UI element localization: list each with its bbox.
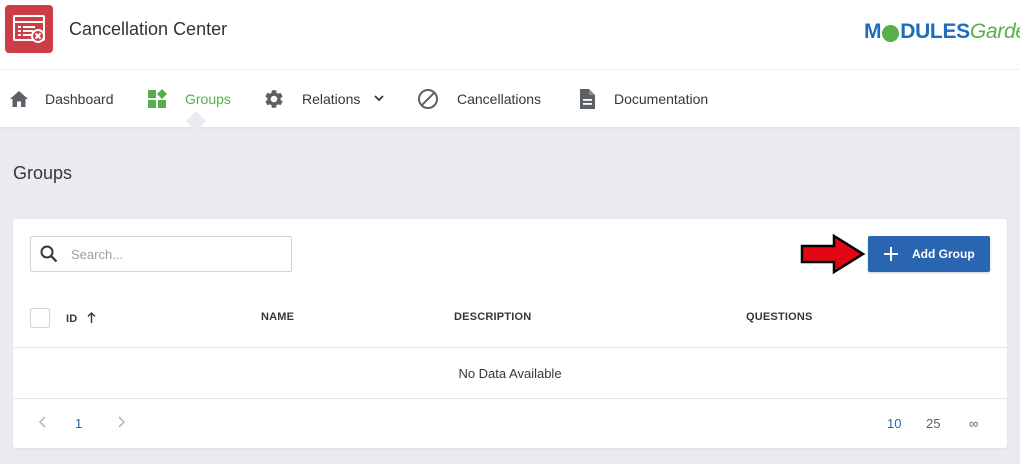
- globe-icon: [882, 24, 900, 42]
- nav-label: Dashboard: [45, 90, 114, 107]
- search-box[interactable]: [30, 236, 292, 272]
- logo-text-m: M: [864, 20, 882, 43]
- groups-icon: [146, 88, 168, 110]
- add-group-label: Add Group: [912, 247, 975, 261]
- block-icon: [417, 88, 439, 110]
- document-icon: [576, 88, 598, 110]
- cancellation-window-icon: [5, 5, 53, 53]
- column-header-questions[interactable]: QUESTIONS: [746, 311, 813, 323]
- chevron-down-icon: [374, 95, 385, 102]
- nav-item-dashboard[interactable]: Dashboard: [8, 70, 114, 127]
- search-icon: [39, 244, 59, 264]
- logo-text-dules: DULES: [900, 20, 970, 43]
- prev-page-chevron-icon[interactable]: [36, 415, 50, 429]
- app-title: Cancellation Center: [69, 19, 228, 39]
- per-page-option-all[interactable]: ∞: [969, 416, 978, 431]
- gear-icon: [263, 88, 285, 110]
- nav-label: Groups: [185, 90, 231, 107]
- nav-label: Relations: [302, 90, 361, 107]
- modulesgarden-logo: M DULESGarden: [864, 20, 1020, 44]
- nav-item-cancellations[interactable]: Cancellations: [417, 70, 541, 127]
- select-all-checkbox[interactable]: [30, 308, 50, 328]
- empty-state-message: No Data Available: [13, 349, 1007, 399]
- nav-label: Cancellations: [457, 90, 542, 107]
- logo-text-garden: Garden: [969, 20, 1020, 43]
- column-header-id[interactable]: ID: [66, 311, 96, 325]
- annotation-arrow-icon: [800, 233, 866, 280]
- add-group-button[interactable]: Add Group: [868, 236, 990, 272]
- page-number-current[interactable]: 1: [75, 416, 82, 431]
- main-nav: Dashboard Groups Relations Cancellations: [0, 70, 1020, 131]
- next-page-chevron-icon[interactable]: [114, 415, 128, 429]
- top-header: Cancellation Center M DULESGarden: [0, 0, 1020, 70]
- column-header-description[interactable]: DESCRIPTION: [454, 311, 531, 323]
- per-page-option-10[interactable]: 10: [887, 416, 901, 431]
- home-icon: [8, 88, 30, 110]
- column-header-name[interactable]: NAME: [261, 311, 294, 323]
- column-label: ID: [66, 313, 78, 325]
- plus-icon: [882, 245, 900, 263]
- per-page-option-25[interactable]: 25: [926, 416, 940, 431]
- nav-label: Documentation: [614, 90, 709, 107]
- nav-item-relations[interactable]: Relations: [263, 70, 385, 127]
- search-input[interactable]: [71, 246, 271, 262]
- page-title: Groups: [13, 163, 73, 183]
- groups-table-card: Add Group ID NAME DESCRIPTION QUESTIONS …: [13, 219, 1007, 448]
- sort-ascending-icon: [87, 312, 96, 326]
- table-header: ID NAME DESCRIPTION QUESTIONS: [13, 299, 1007, 348]
- nav-item-documentation[interactable]: Documentation: [576, 70, 708, 127]
